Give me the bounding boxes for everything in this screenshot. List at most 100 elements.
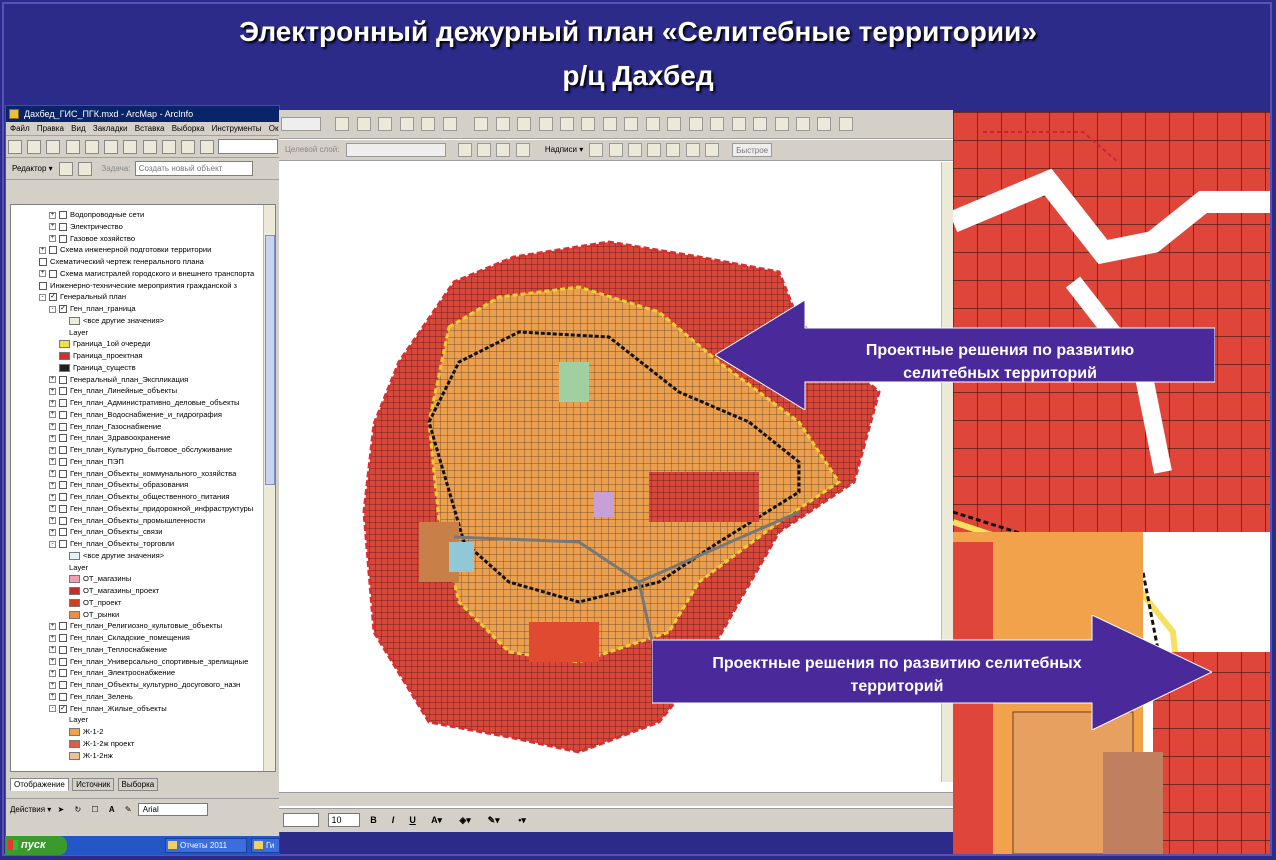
zoom-out-icon[interactable]: [495, 117, 510, 131]
fill-color-button[interactable]: ◈▾: [454, 813, 476, 827]
expand-icon[interactable]: +: [49, 528, 56, 536]
collapse-icon[interactable]: -: [49, 705, 56, 712]
expand-icon[interactable]: +: [49, 470, 56, 477]
arcmap-titlebar[interactable]: Дахбед_ГИС_ПГК.mxd - ArcMap - ArcInfo: [6, 106, 279, 122]
scale-select[interactable]: [217, 139, 278, 154]
expand-icon[interactable]: +: [49, 411, 56, 419]
expand-icon[interactable]: +: [49, 235, 56, 242]
toc-layer-item[interactable]: Граница_существ: [59, 362, 136, 374]
layer-checkbox[interactable]: [59, 410, 67, 419]
toc-layer-item[interactable]: Ж-1-2ж проект: [69, 738, 134, 750]
menu-view[interactable]: Вид: [71, 124, 85, 133]
rotate-icon[interactable]: ↻: [74, 805, 81, 814]
layer-checkbox[interactable]: [39, 281, 47, 290]
toc-layer-item[interactable]: Layer: [69, 714, 88, 726]
bold-button[interactable]: B: [367, 813, 380, 827]
layer-checkbox[interactable]: [59, 669, 67, 678]
toc-layer-item[interactable]: + Ген_план_Объекты_культурно_досугового_н…: [49, 679, 240, 691]
layer-checkbox[interactable]: [49, 246, 57, 255]
tab-display[interactable]: Отображение: [10, 778, 69, 791]
toc-scroll-thumb[interactable]: [265, 235, 275, 485]
layer-checkbox[interactable]: [59, 516, 67, 525]
select-features-icon[interactable]: [645, 117, 660, 131]
expand-icon[interactable]: +: [49, 693, 56, 701]
font-name-box[interactable]: Arial: [137, 803, 208, 816]
save-icon[interactable]: [46, 140, 61, 154]
toc-scrollbar[interactable]: [263, 205, 275, 771]
layer-checkbox[interactable]: ✓: [59, 305, 67, 313]
toc-layer-item[interactable]: + Ген_план_Культурно_бытовое_обслуживание: [49, 444, 232, 456]
toc-layer-item[interactable]: + Ген_план_Объекты_коммунального_хозяйств…: [49, 468, 236, 480]
map-scale-select[interactable]: [281, 117, 321, 131]
layer-checkbox[interactable]: [59, 422, 67, 431]
toc-layer-item[interactable]: + Ген_план_Религиозно_культовые_объекты: [49, 620, 222, 632]
layout-icon[interactable]: [838, 117, 853, 131]
menu-selection[interactable]: Выборка: [172, 124, 205, 133]
toc-layer-item[interactable]: <все другие значения>: [69, 315, 164, 327]
label-weight-icon[interactable]: [627, 143, 642, 157]
layer-checkbox[interactable]: [59, 457, 67, 466]
menu-tools[interactable]: Инструменты: [212, 124, 262, 133]
menu-bookmarks[interactable]: Закладки: [93, 124, 128, 133]
hyperlink-icon[interactable]: [795, 117, 810, 131]
layer-checkbox[interactable]: [59, 387, 67, 396]
layer-checkbox[interactable]: [49, 269, 57, 278]
expand-icon[interactable]: +: [49, 634, 56, 642]
add-data-icon[interactable]: [200, 140, 215, 154]
layer-checkbox[interactable]: [59, 434, 67, 443]
toc-layer-item[interactable]: + Ген_план_Водоснабжение_и_гидрография: [49, 409, 222, 421]
toc-layer-item[interactable]: + Ген_план_Зелень: [49, 691, 133, 703]
zoom-in-icon[interactable]: [474, 117, 489, 131]
expand-icon[interactable]: +: [49, 376, 56, 383]
expand-icon[interactable]: +: [49, 622, 56, 630]
task-select[interactable]: Создать новый объект: [134, 161, 253, 176]
toc-layer-item[interactable]: Layer: [69, 327, 88, 339]
layer-checkbox[interactable]: [59, 211, 67, 219]
layer-checkbox[interactable]: [59, 634, 67, 642]
toc-layer-item[interactable]: Граница_проектная: [59, 350, 143, 362]
fixed-zoom-in-icon[interactable]: [517, 117, 532, 131]
toc-layer-item[interactable]: - ✓ Ген_план_граница: [49, 303, 136, 315]
fixed-zoom-out-icon[interactable]: [538, 117, 553, 131]
toc-layer-item[interactable]: + Ген_план_Объекты_связи: [49, 526, 163, 538]
layer-checkbox[interactable]: [39, 258, 47, 266]
open-icon[interactable]: [27, 140, 42, 154]
tab-selection[interactable]: Выборка: [117, 778, 159, 791]
toc-layer-item[interactable]: + Схема магистралей городского и внешнего…: [39, 268, 254, 280]
toc-layer-item[interactable]: + Водопроводные сети: [49, 209, 144, 221]
redo-icon[interactable]: [181, 140, 196, 154]
layer-checkbox[interactable]: [59, 375, 67, 384]
print-icon[interactable]: [65, 140, 80, 154]
toc-layer-item[interactable]: <все другие значения>: [69, 550, 164, 562]
expand-icon[interactable]: +: [49, 223, 56, 231]
target-layer-select[interactable]: [345, 143, 446, 157]
expand-icon[interactable]: +: [49, 669, 56, 677]
toc-layer-item[interactable]: + Газовое хозяйство: [49, 233, 135, 245]
toc-layer-item[interactable]: - ✓ Генеральный план: [39, 291, 126, 303]
menu-edit[interactable]: Правка: [37, 124, 64, 133]
toc-layer-item[interactable]: Ж-1-2нж: [69, 750, 113, 762]
collapse-icon[interactable]: -: [39, 293, 46, 301]
expand-icon[interactable]: +: [49, 658, 56, 665]
paste-icon[interactable]: [123, 140, 138, 154]
text-tool-icon[interactable]: A: [109, 805, 115, 814]
back-extent-icon[interactable]: [602, 117, 617, 131]
label-priority-icon[interactable]: [608, 143, 623, 157]
editor-tool-icon[interactable]: [335, 117, 350, 131]
line-color-button[interactable]: ✎▾: [483, 813, 505, 827]
labels-menu[interactable]: Надписи ▾: [545, 145, 583, 154]
toc-layer-item[interactable]: + Ген_план_Универсально_спортивные_зрелищ…: [49, 656, 248, 668]
marker-color-button[interactable]: •▾: [511, 813, 533, 827]
toc-layer-item[interactable]: Ж-1-2: [69, 726, 104, 738]
sketch-props-icon[interactable]: [515, 143, 530, 157]
layer-checkbox[interactable]: [59, 528, 67, 537]
start-button[interactable]: пуск: [5, 836, 67, 855]
full-extent-globe-icon[interactable]: [581, 117, 596, 131]
tab-source[interactable]: Источник: [72, 778, 115, 791]
toc-layer-item[interactable]: ОТ_проект: [69, 597, 121, 609]
delete-icon[interactable]: [142, 140, 157, 154]
layer-checkbox[interactable]: [59, 504, 67, 513]
toc-layer-item[interactable]: + Ген_план_Газоснабжение: [49, 421, 161, 433]
menu-file[interactable]: Файл: [10, 124, 30, 133]
layer-checkbox[interactable]: [59, 540, 67, 548]
